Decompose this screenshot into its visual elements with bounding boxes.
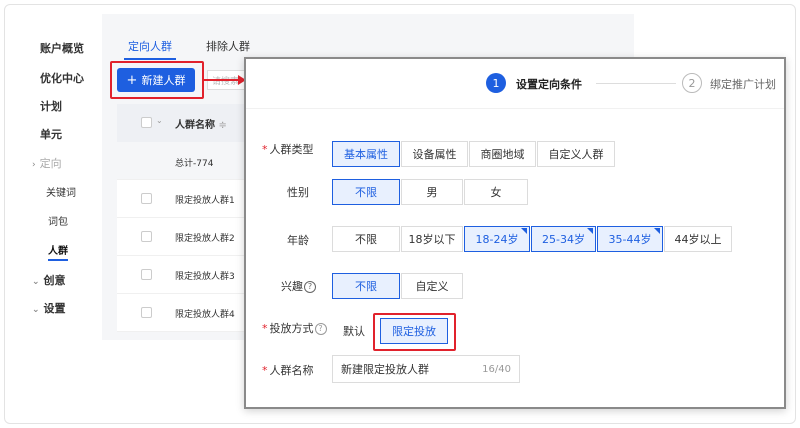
crowd-name-counter: 16/40 (482, 363, 511, 375)
sort-icon: ≑ (218, 120, 227, 131)
age-option-under-18[interactable]: 18岁以下 (401, 226, 463, 252)
sidebar-item-settings[interactable]: ⌄ 设置 (32, 300, 66, 316)
crowd-type-option-business-area[interactable]: 商圈地域 (469, 141, 536, 167)
crowd-name-value: 新建限定投放人群 (341, 363, 429, 376)
row-checkbox[interactable] (141, 231, 152, 242)
step-indicator: 1 设置定向条件 2 绑定推广计划 (246, 59, 784, 109)
crowd-type-option-device[interactable]: 设备属性 (401, 141, 468, 167)
tab-excluded-crowd[interactable]: 排除人群 (206, 38, 250, 54)
table-row[interactable]: 限定投放人群4 (117, 294, 257, 332)
help-icon[interactable]: ? (314, 323, 327, 335)
gender-option-any[interactable]: 不限 (332, 179, 400, 205)
select-all-checkbox[interactable] (141, 117, 152, 128)
highlight-arrow-line (204, 79, 240, 81)
age-option-25-34[interactable]: 25-34岁 (531, 226, 596, 252)
table-row[interactable]: 限定投放人群1 (117, 180, 257, 218)
table-row[interactable]: 限定投放人群3 (117, 256, 257, 294)
step-1-circle: 1 (486, 73, 506, 93)
age-option-label: 35-44岁 (608, 233, 652, 246)
crowd-type-label-text: 人群类型 (269, 143, 314, 156)
interest-option-custom[interactable]: 自定义 (401, 273, 463, 299)
sidebar-item-word-pack[interactable]: 词包 (48, 213, 68, 228)
row-checkbox[interactable] (141, 193, 152, 204)
delivery-method-label-text: 投放方式 (269, 322, 314, 335)
gender-option-female[interactable]: 女 (464, 179, 528, 205)
sidebar-item-creative[interactable]: ⌄ 创意 (32, 272, 66, 288)
table-row: 总计-774 (117, 142, 257, 180)
crowd-name-label: * 人群名称 (262, 364, 314, 377)
table-header: ⌄ 人群名称 ≑ (117, 104, 257, 142)
delivery-method-label: * 投放方式? (262, 320, 327, 336)
table-cell-name: 限定投放人群3 (175, 272, 235, 282)
crowd-type-option-custom[interactable]: 自定义人群 (537, 141, 615, 167)
sidebar-item-unit[interactable]: 单元 (40, 126, 62, 142)
step-2-label: 绑定推广计划 (710, 78, 776, 91)
interest-label: 兴趣? (281, 278, 316, 294)
age-label: 年龄 (287, 234, 309, 247)
age-option-label: 18-24岁 (475, 233, 519, 246)
chevron-down-icon: ⌄ (32, 305, 40, 315)
chevron-down-icon: ⌄ (156, 116, 163, 125)
interest-option-any[interactable]: 不限 (332, 273, 400, 299)
delivery-option-default[interactable]: 默认 (336, 318, 372, 344)
row-checkbox[interactable] (141, 307, 152, 318)
tab-targeted-crowd[interactable]: 定向人群 (124, 38, 176, 60)
selected-corner-icon (587, 228, 593, 234)
chevron-right-icon: › (32, 160, 36, 170)
selected-corner-icon (654, 228, 660, 234)
sidebar-item-label: 定向 (39, 157, 62, 170)
chevron-down-icon: ⌄ (32, 277, 40, 287)
crowd-type-label: * 人群类型 (262, 143, 314, 156)
sidebar-item-optimization[interactable]: 优化中心 (40, 70, 84, 86)
crowd-name-label-text: 人群名称 (269, 364, 314, 377)
highlight-box-restricted-delivery (373, 313, 456, 351)
selected-corner-icon (521, 228, 527, 234)
table-row[interactable]: 限定投放人群2 (117, 218, 257, 256)
sidebar-item-label: 创意 (43, 274, 66, 287)
gender-label: 性别 (287, 186, 309, 199)
step-connector (596, 83, 676, 84)
sidebar-item-label: 设置 (43, 302, 66, 315)
crowd-name-input[interactable]: 新建限定投放人群 16/40 (332, 355, 520, 383)
gender-option-male[interactable]: 男 (401, 179, 463, 205)
step-2-circle: 2 (682, 73, 702, 93)
sidebar-item-targeting[interactable]: › 定向 (32, 155, 62, 171)
sidebar-item-account-overview[interactable]: 账户概览 (40, 40, 84, 56)
age-option-35-44[interactable]: 35-44岁 (597, 226, 663, 252)
help-icon[interactable]: ? (304, 281, 316, 293)
table-cell-name: 限定投放人群1 (175, 196, 235, 206)
sidebar-item-crowd[interactable]: 人群 (48, 242, 68, 261)
table-cell-total: 总计-774 (175, 159, 214, 169)
sidebar-item-plan[interactable]: 计划 (40, 98, 62, 114)
step-1-label: 设置定向条件 (516, 78, 582, 91)
column-header-crowd-name[interactable]: 人群名称 ≑ (175, 116, 227, 131)
sidebar-item-keywords[interactable]: 关键词 (46, 184, 76, 199)
crowd-type-option-basic[interactable]: 基本属性 (332, 141, 400, 167)
age-option-label: 25-34岁 (542, 233, 585, 246)
age-option-any[interactable]: 不限 (332, 226, 400, 252)
row-checkbox[interactable] (141, 269, 152, 280)
table-cell-name: 限定投放人群2 (175, 234, 235, 244)
highlight-box-new-button (110, 61, 204, 99)
interest-label-text: 兴趣 (281, 280, 303, 293)
sidebar (24, 20, 102, 340)
age-option-18-24[interactable]: 18-24岁 (464, 226, 530, 252)
column-header-label: 人群名称 (175, 120, 215, 131)
table-cell-name: 限定投放人群4 (175, 310, 235, 320)
age-option-over-44[interactable]: 44岁以上 (664, 226, 732, 252)
